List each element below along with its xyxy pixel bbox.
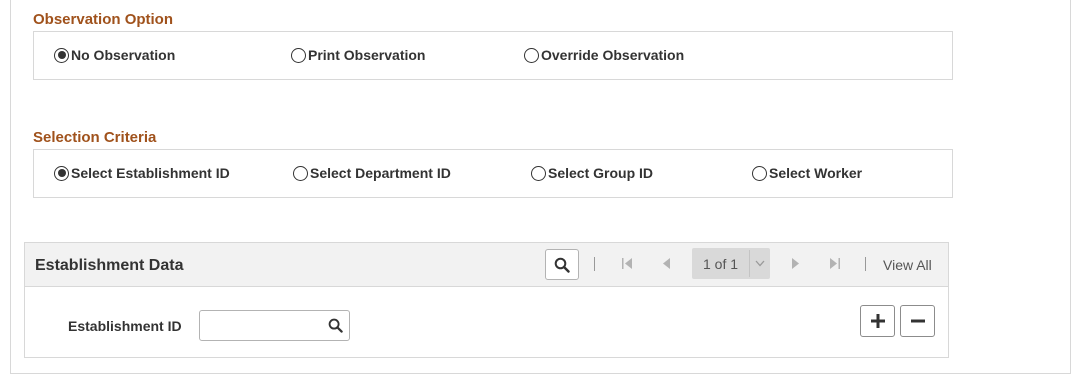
separator <box>594 257 595 271</box>
radio-button[interactable] <box>752 165 767 181</box>
separator <box>865 257 866 271</box>
page-indicator: 1 of 1 <box>703 255 739 272</box>
page-select[interactable]: 1 of 1 <box>692 248 770 279</box>
grid-header: Establishment Data 1 of 1 View All <box>25 243 948 287</box>
next-page-icon[interactable] <box>790 257 800 270</box>
page-dropdown-button[interactable] <box>749 250 769 277</box>
observation-option-title: Observation Option <box>33 11 174 28</box>
observation-option-group: No Observation Print Observation Overrid… <box>33 31 953 80</box>
grid-search-button[interactable] <box>545 249 579 280</box>
radio-button[interactable] <box>524 47 539 63</box>
radio-no-observation[interactable]: No Observation <box>54 47 175 63</box>
radio-label: Print Observation <box>308 47 426 63</box>
radio-label: Override Observation <box>541 47 685 63</box>
search-icon[interactable] <box>328 318 343 333</box>
delete-row-button[interactable] <box>900 305 935 337</box>
establishment-id-label: Establishment ID <box>68 318 182 334</box>
radio-button[interactable] <box>531 165 546 181</box>
selection-criteria-group: Select Establishment ID Select Departmen… <box>33 149 953 198</box>
radio-select-worker[interactable]: Select Worker <box>752 165 862 181</box>
radio-label: Select Establishment ID <box>71 165 230 181</box>
minus-icon <box>910 319 925 323</box>
radio-button[interactable] <box>291 47 306 63</box>
radio-select-department-id[interactable]: Select Department ID <box>293 165 451 181</box>
search-icon <box>554 257 570 273</box>
selection-criteria-title: Selection Criteria <box>33 129 157 146</box>
radio-label: Select Department ID <box>310 165 451 181</box>
radio-button-checked[interactable] <box>54 165 69 181</box>
radio-label: No Observation <box>71 47 176 63</box>
previous-page-icon[interactable] <box>662 257 672 270</box>
radio-select-establishment-id[interactable]: Select Establishment ID <box>54 165 230 181</box>
add-row-button[interactable] <box>860 305 895 337</box>
chevron-down-icon <box>755 260 764 267</box>
establishment-id-input[interactable] <box>204 312 322 339</box>
radio-label: Select Worker <box>769 165 863 181</box>
first-page-icon[interactable] <box>621 257 634 270</box>
establishment-data-grid: Establishment Data 1 of 1 View All Estab… <box>24 242 949 358</box>
last-page-icon[interactable] <box>828 257 841 270</box>
plus-icon <box>870 314 885 328</box>
view-all-link[interactable]: View All <box>883 257 932 273</box>
radio-print-observation[interactable]: Print Observation <box>291 47 425 63</box>
radio-button[interactable] <box>293 165 308 181</box>
establishment-id-field[interactable] <box>199 310 350 341</box>
radio-override-observation[interactable]: Override Observation <box>524 47 684 63</box>
radio-label: Select Group ID <box>548 165 654 181</box>
radio-button-checked[interactable] <box>54 47 69 63</box>
radio-select-group-id[interactable]: Select Group ID <box>531 165 653 181</box>
grid-title: Establishment Data <box>35 257 184 274</box>
